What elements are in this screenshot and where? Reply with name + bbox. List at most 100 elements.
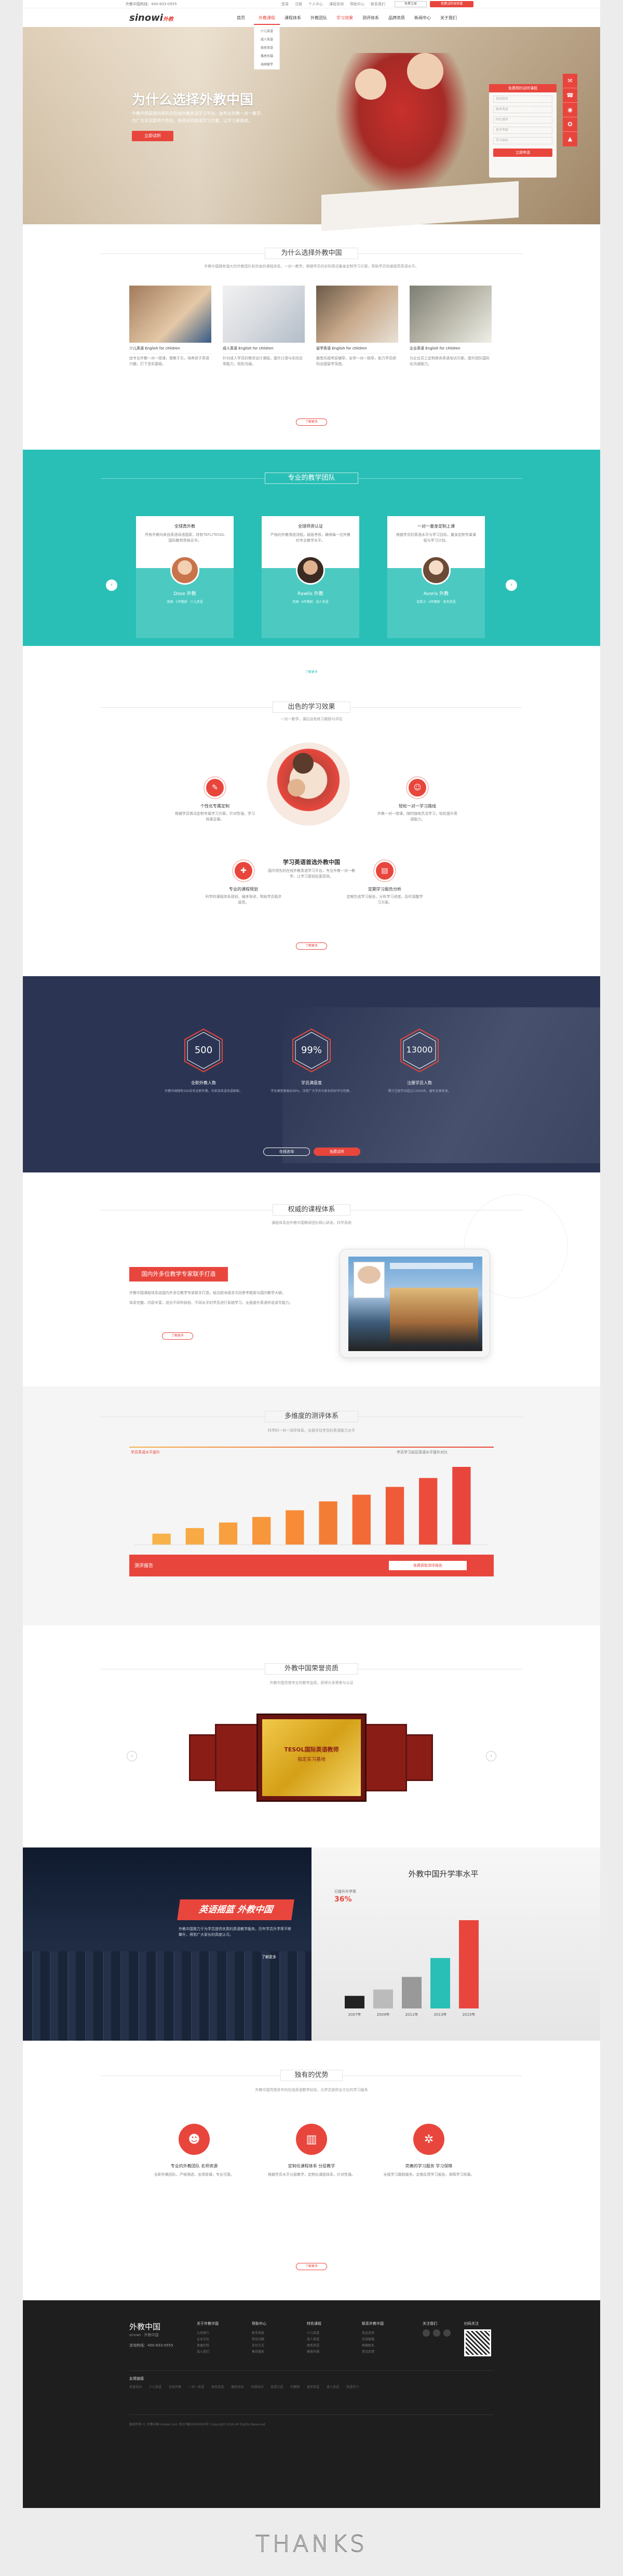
goal-input[interactable]: 学习目标	[493, 137, 552, 144]
nav-item[interactable]: 测评体系	[358, 15, 384, 25]
footer-link[interactable]: 在线客服	[362, 2337, 398, 2343]
friend-link[interactable]: 雅思培训	[231, 2384, 243, 2389]
section-subtitle: 外教中国凭借多年的在线英语教学经验，为学员提供全方位的学习服务	[255, 2088, 368, 2092]
top-link[interactable]: 联系我们	[371, 2, 385, 7]
trial-button[interactable]: 免费试听体验课	[430, 1, 473, 7]
footer-link[interactable]: 支付方式	[252, 2343, 288, 2349]
logo[interactable]: sinowi外教	[129, 12, 173, 23]
footer-link[interactable]: 商务英语	[307, 2343, 343, 2349]
name-input[interactable]: 您的姓名	[493, 96, 552, 103]
nav-item[interactable]: 首页	[228, 15, 254, 25]
footer-link[interactable]: 少儿英语	[307, 2330, 343, 2337]
rate-more-link[interactable]: 了解更多	[262, 1954, 276, 1960]
phone-icon[interactable]: ☎	[563, 88, 577, 103]
free-trial-button[interactable]: 免费试听	[314, 1148, 360, 1156]
friend-link[interactable]: 英语口语	[270, 2384, 283, 2389]
advantage-item: ▥ 定制化课程体系 分层教学 根据学员水平分层教学，定制化课程体系，针对性强。	[265, 2124, 358, 2178]
friend-link[interactable]: 商务英语	[211, 2384, 224, 2389]
wechat-icon[interactable]: ◉	[563, 103, 577, 117]
footer-link[interactable]: 新手指南	[252, 2330, 288, 2337]
dropdown-item[interactable]: 出国留学	[254, 61, 279, 69]
friend-link[interactable]: 英语培训	[129, 2384, 142, 2389]
footer-link[interactable]: 加入我们	[197, 2349, 233, 2355]
footer-link[interactable]: 邮箱联系	[362, 2343, 398, 2349]
city-input[interactable]: 所在城市	[493, 116, 552, 124]
friend-link[interactable]: 留学英语	[307, 2384, 319, 2389]
nav-item[interactable]: 关于我们	[436, 15, 462, 25]
curriculum-more-button[interactable]: 了解更多	[162, 1332, 193, 1340]
rate-chart-title: 外教中国升学率水平	[408, 1869, 479, 1879]
friend-link[interactable]: 外教网	[290, 2384, 300, 2389]
hero-trial-button[interactable]: 立即试听	[132, 131, 173, 141]
report-button[interactable]: 免费获取测评报告	[389, 1561, 467, 1570]
nav-item[interactable]: 学习效果	[332, 15, 358, 25]
wechat-icon[interactable]	[433, 2329, 440, 2337]
form-submit-button[interactable]: 立即申请	[493, 149, 552, 157]
friend-link[interactable]: 少儿英语	[149, 2384, 161, 2389]
section-subtitle: 一对一教学，课后自有练习跟踪与评估	[280, 717, 343, 721]
rate-bar	[373, 1989, 393, 2008]
section-title: 为什么选择外教中国	[265, 248, 358, 259]
why-card[interactable]: 留学英语 English for children 雅思托福考前辅导，名师一对一…	[316, 286, 398, 367]
back-to-top-icon[interactable]: ▲	[563, 132, 577, 146]
teacher-card[interactable]: 一对一量身定制上课 根据学员的英语水平与学习目标，量身定制专属课程与学习计划。 …	[387, 516, 485, 638]
why-card[interactable]: 少儿英语 English for children 由专业外教一对一授课，寓教于…	[129, 286, 211, 367]
effect-more-button[interactable]: 了解更多	[296, 942, 327, 950]
teacher-card[interactable]: 全球师资认证 严格的外教筛选流程，层层考核，确保每一位外教的专业教学水平。 Ra…	[262, 516, 359, 638]
register-button[interactable]: 免费注册	[395, 1, 427, 7]
footer-link[interactable]: 公司简介	[197, 2330, 233, 2337]
why-card[interactable]: 企业英语 English for children 为企业员工定制商务英语培训方…	[410, 286, 492, 367]
city-image	[23, 1847, 312, 2041]
phone-input[interactable]: 联系电话	[493, 106, 552, 113]
rate-bar	[430, 1958, 450, 2008]
nav-item-active[interactable]: 外教课程	[254, 15, 280, 25]
friend-link[interactable]: 英语学习	[346, 2384, 359, 2389]
chat-icon[interactable]: ✉	[563, 74, 577, 88]
honors-next-icon[interactable]: ›	[486, 1751, 496, 1761]
qq-icon[interactable]: ✪	[563, 117, 577, 132]
nav-item[interactable]: 外教团队	[306, 15, 332, 25]
footer-link[interactable]: 售后服务	[252, 2349, 288, 2355]
friend-link[interactable]: 成人英语	[327, 2384, 339, 2389]
network-icon: ✲	[413, 2124, 444, 2155]
qr-label: 扫码关注	[464, 2322, 479, 2326]
consult-button[interactable]: 在线咨询	[263, 1148, 310, 1156]
nav-item[interactable]: 新闻中心	[410, 15, 436, 25]
dropdown-item[interactable]: 雅思托福	[254, 52, 279, 61]
footer-link[interactable]: 发展历程	[197, 2343, 233, 2349]
dropdown-item[interactable]: 成人英语	[254, 36, 279, 44]
footer-link[interactable]: 企业文化	[197, 2337, 233, 2343]
nav-item[interactable]: 品牌资质	[384, 15, 410, 25]
weibo-icon[interactable]	[423, 2329, 430, 2337]
social-icons	[423, 2329, 451, 2337]
top-link[interactable]: 注册	[295, 2, 302, 7]
footer-link[interactable]: 成人英语	[307, 2337, 343, 2343]
footer-link[interactable]: 意见反馈	[362, 2349, 398, 2355]
nav-item[interactable]: 课程体系	[280, 15, 306, 25]
honors-prev-icon[interactable]: ‹	[127, 1751, 137, 1761]
age-input[interactable]: 孩子年龄	[493, 127, 552, 134]
team-more-button[interactable]: 了解更多	[296, 669, 327, 676]
top-link[interactable]: 登录	[281, 2, 289, 7]
footer-link[interactable]: 电话咨询	[362, 2330, 398, 2337]
dropdown-item[interactable]: 商务英语	[254, 44, 279, 52]
why-more-button[interactable]: 了解更多	[296, 419, 327, 426]
footer-link[interactable]: 雅思托福	[307, 2349, 343, 2355]
top-link[interactable]: 帮助中心	[350, 2, 364, 7]
why-card[interactable]: 成人英语 English for children 针对成人学员的需求设计课程，…	[223, 286, 305, 367]
rate-tick-label: 2011年	[405, 2012, 418, 2017]
footer-link[interactable]: 常见问题	[252, 2337, 288, 2343]
carousel-next-icon[interactable]: ›	[506, 579, 517, 591]
section-subtitle: 外教中国拥有强大的外教团队和完善的课程体系，一对一教学，根据学员的实际情况量身定…	[204, 264, 419, 268]
section-title: 出色的学习效果	[273, 702, 350, 713]
friend-link[interactable]: 在线外教	[169, 2384, 181, 2389]
advantage-more-button[interactable]: 了解更多	[296, 2263, 327, 2270]
top-link[interactable]: 课程咨询	[329, 2, 344, 7]
teacher-card[interactable]: 全球真外教 所有外教均来自英语母语国家，持有TEFL/TESOL国际教师资格证书…	[136, 516, 234, 638]
top-link[interactable]: 个人中心	[308, 2, 323, 7]
dropdown-item[interactable]: 少儿英语	[254, 28, 279, 36]
carousel-prev-icon[interactable]: ‹	[106, 579, 117, 591]
friend-link[interactable]: 托福培训	[251, 2384, 263, 2389]
friend-link[interactable]: 一对一英语	[188, 2384, 204, 2389]
qq-icon[interactable]	[443, 2329, 451, 2337]
